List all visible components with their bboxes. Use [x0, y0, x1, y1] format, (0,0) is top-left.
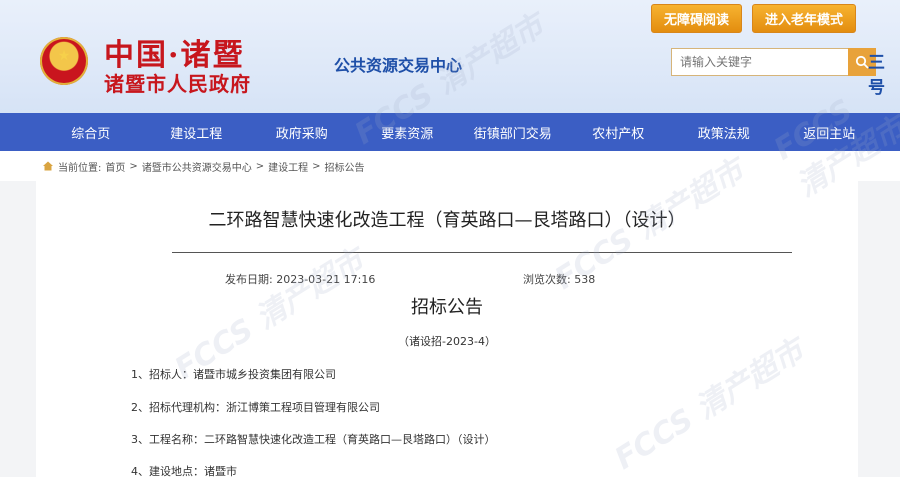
search-icon — [855, 55, 869, 69]
main-nav: 综合页 建设工程 政府采购 要素资源 街镇部门交易 农村产权 政策法规 返回主站 — [0, 113, 900, 151]
accessible-reading-button[interactable]: 无障碍阅读 — [650, 4, 742, 33]
search-input[interactable] — [671, 48, 848, 76]
breadcrumb-construction[interactable]: 建设工程 — [268, 159, 308, 174]
title-divider — [172, 252, 792, 253]
home-icon — [43, 161, 53, 171]
publish-date: 发布日期: 2023-03-21 17:16 — [225, 271, 375, 287]
breadcrumb-current[interactable]: 招标公告 — [325, 159, 365, 174]
breadcrumb-sep: > — [312, 160, 321, 172]
view-count: 浏览次数: 538 — [523, 271, 595, 287]
nav-item[interactable]: 建设工程 — [144, 123, 250, 142]
publish-label: 发布日期: — [225, 273, 273, 286]
breadcrumb-home[interactable]: 首页 — [105, 159, 125, 174]
nav-item[interactable]: 要素资源 — [355, 123, 461, 142]
elderly-mode-button[interactable]: 进入老年模式 — [751, 4, 856, 33]
top-buttons: 无障碍阅读 进入老年模式 — [650, 4, 856, 33]
nav-item[interactable]: 政策法规 — [671, 123, 777, 142]
breadcrumb-sep: > — [129, 160, 138, 172]
nav-item[interactable]: 政府采购 — [249, 123, 355, 142]
views-value: 538 — [574, 273, 596, 286]
center-name: 公共资源交易中心 — [334, 56, 463, 75]
notice-title: 招标公告 — [411, 297, 483, 318]
breadcrumb-label: 当前位置: — [58, 162, 102, 174]
site-subtitle[interactable]: 诸暨市人民政府 — [104, 68, 251, 97]
site-header: 中国·诸暨 诸暨市人民政府 公共资源交易中心 无障碍阅读 进入老年模式 三号 — [0, 0, 900, 113]
national-emblem-icon — [40, 37, 88, 85]
nav-item[interactable]: 综合页 — [38, 123, 144, 142]
publish-value: 2023-03-21 17:16 — [276, 273, 376, 286]
nav-item[interactable]: 街镇部门交易 — [460, 123, 566, 142]
views-label: 浏览次数: — [523, 273, 571, 286]
notice-number: （诸设招-2023-4） — [398, 335, 496, 348]
lang-switch[interactable]: 三号 — [868, 48, 900, 98]
breadcrumb-center[interactable]: 诸暨市公共资源交易中心 — [142, 159, 252, 174]
breadcrumb-sep: > — [255, 160, 265, 172]
search-box — [671, 48, 876, 76]
article-panel: 二环路智慧快速化改造工程（育英路口—艮塔路口）（设计） 发布日期: 2023-0… — [36, 181, 858, 478]
nav-item[interactable]: 农村产权 — [566, 123, 672, 142]
breadcrumb: 当前位置: 首页 > 诸暨市公共资源交易中心 > 建设工程 > 招标公告 — [0, 151, 900, 181]
notice-item: 2、招标代理机构：浙江博策工程项目管理有限公司 — [131, 401, 380, 414]
notice-item: 3、工程名称：二环路智慧快速化改造工程（育英路口—艮塔路口）（设计） — [131, 433, 496, 446]
nav-item[interactable]: 返回主站 — [777, 123, 883, 142]
article-title: 二环路智慧快速化改造工程（育英路口—艮塔路口）（设计） — [208, 210, 686, 231]
notice-item: 1、招标人：诸暨市城乡投资集团有限公司 — [131, 368, 336, 381]
